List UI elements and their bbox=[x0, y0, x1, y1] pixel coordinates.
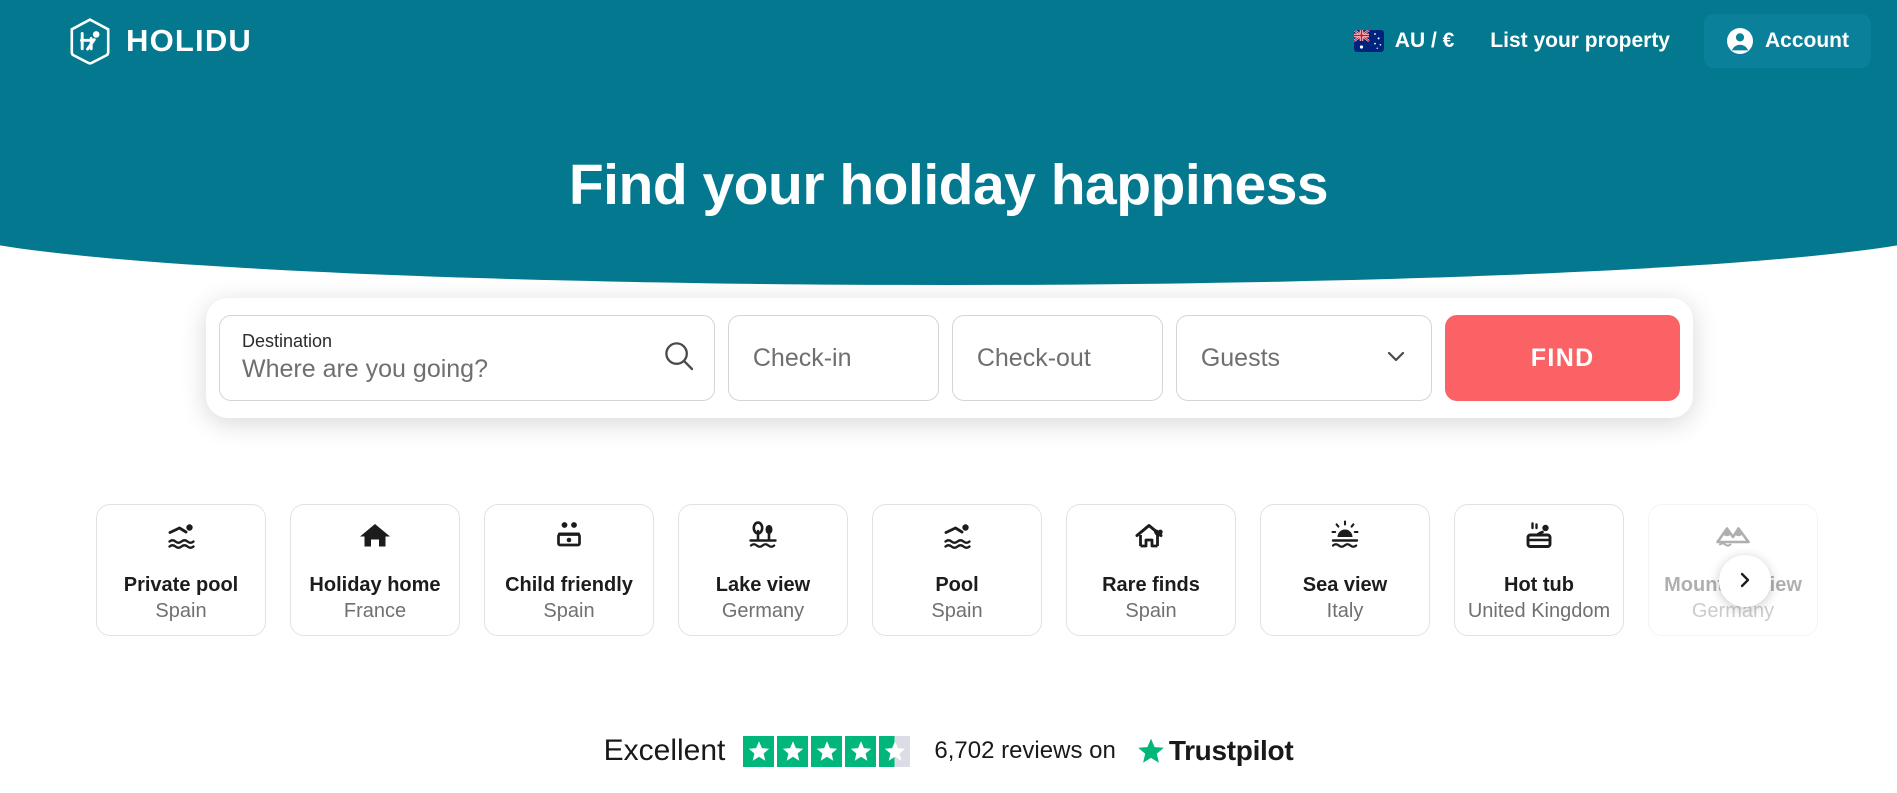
trustpilot-star-5-half bbox=[879, 735, 911, 767]
holidu-house-logo-icon bbox=[68, 17, 112, 65]
category-card-private-pool[interactable]: Private pool Spain bbox=[96, 504, 266, 636]
category-title: Child friendly bbox=[505, 574, 633, 596]
trustpilot-star-2 bbox=[777, 735, 809, 767]
category-card-sea-view[interactable]: Sea view Italy bbox=[1260, 504, 1430, 636]
brand-logo[interactable]: HOLIDU bbox=[68, 17, 252, 65]
checkout-field[interactable]: Check-out bbox=[951, 315, 1163, 401]
swimmer-icon bbox=[162, 516, 200, 573]
account-label: Account bbox=[1765, 29, 1849, 52]
locale-currency-selector[interactable]: AU / € bbox=[1340, 17, 1469, 65]
checkout-placeholder: Check-out bbox=[976, 343, 1091, 372]
destination-input[interactable]: Where are you going? bbox=[242, 355, 662, 384]
category-country: France bbox=[343, 600, 407, 622]
trustpilot-logo-star-icon bbox=[1136, 736, 1166, 766]
category-title: Lake view bbox=[715, 574, 811, 596]
category-country: United Kingdom bbox=[1467, 600, 1611, 622]
locale-label: AU / € bbox=[1394, 29, 1455, 52]
category-country: Spain bbox=[1125, 600, 1177, 622]
category-title: Holiday home bbox=[309, 574, 441, 596]
nav-right-group: AU / € List your property Account bbox=[1340, 14, 1871, 68]
find-button[interactable]: FIND bbox=[1445, 315, 1681, 401]
swimmer-icon bbox=[938, 516, 976, 573]
australia-flag-icon bbox=[1353, 30, 1384, 52]
category-card-hot-tub[interactable]: Hot tub United Kingdom bbox=[1454, 504, 1624, 636]
brand-name: HOLIDU bbox=[126, 23, 253, 58]
trustpilot-logo[interactable]: Trustpilot bbox=[1136, 735, 1294, 767]
category-card-child-friendly[interactable]: Child friendly Spain bbox=[484, 504, 654, 636]
category-country: Spain bbox=[931, 600, 983, 622]
top-navigation-bar: HOLIDU AU / € List your property Account bbox=[0, 0, 1897, 82]
destination-field[interactable]: Destination Where are you going? bbox=[219, 315, 715, 401]
destination-texts: Destination Where are you going? bbox=[242, 331, 662, 384]
search-bar: Destination Where are you going? Check-i… bbox=[206, 298, 1693, 418]
category-title: Rare finds bbox=[1102, 574, 1200, 596]
category-country: Italy bbox=[1326, 600, 1364, 622]
lake-trees-icon bbox=[744, 516, 782, 573]
trustpilot-rating-word: Excellent bbox=[603, 734, 726, 767]
hot-tub-icon bbox=[1520, 516, 1558, 573]
trustpilot-stars bbox=[743, 735, 911, 767]
category-carousel: Private pool Spain Holiday home France C… bbox=[0, 504, 1897, 646]
category-cards-row: Private pool Spain Holiday home France C… bbox=[96, 504, 1818, 636]
destination-label: Destination bbox=[242, 331, 333, 352]
checkin-field[interactable]: Check-in bbox=[727, 315, 939, 401]
chevron-right-icon bbox=[1735, 570, 1755, 593]
category-card-rare-finds[interactable]: Rare finds Spain bbox=[1066, 504, 1236, 636]
house-heart-icon bbox=[1132, 516, 1170, 573]
category-country: Germany bbox=[721, 600, 805, 622]
guests-placeholder: Guests bbox=[1200, 343, 1281, 372]
category-card-pool[interactable]: Pool Spain bbox=[872, 504, 1042, 636]
house-icon bbox=[356, 516, 394, 573]
category-card-lake-view[interactable]: Lake view Germany bbox=[678, 504, 848, 636]
family-icon bbox=[550, 516, 588, 573]
account-button[interactable]: Account bbox=[1704, 14, 1871, 68]
carousel-next-button[interactable] bbox=[1719, 555, 1771, 607]
trustpilot-star-1 bbox=[743, 735, 775, 767]
category-title: Pool bbox=[935, 574, 979, 596]
chevron-down-icon bbox=[1383, 343, 1409, 374]
trustpilot-brand-name: Trustpilot bbox=[1168, 735, 1294, 766]
search-icon[interactable] bbox=[662, 339, 696, 378]
trustpilot-star-3 bbox=[811, 735, 843, 767]
category-title: Sea view bbox=[1302, 574, 1388, 596]
category-country: Spain bbox=[543, 600, 595, 622]
guests-field[interactable]: Guests bbox=[1175, 315, 1433, 401]
category-title: Private pool bbox=[123, 574, 239, 596]
trustpilot-rating[interactable]: Excellent 6,702 reviews on Trustpilot bbox=[0, 734, 1897, 768]
trustpilot-star-4 bbox=[845, 735, 877, 767]
list-your-property-link[interactable]: List your property bbox=[1468, 17, 1692, 65]
sunset-sea-icon bbox=[1326, 516, 1364, 573]
category-card-holiday-home[interactable]: Holiday home France bbox=[290, 504, 460, 636]
user-account-icon bbox=[1726, 27, 1754, 55]
hero-title: Find your holiday happiness bbox=[568, 153, 1329, 217]
trustpilot-reviews-count: 6,702 reviews on bbox=[934, 737, 1116, 764]
category-country: Spain bbox=[155, 600, 207, 622]
checkin-placeholder: Check-in bbox=[752, 343, 852, 372]
category-title: Hot tub bbox=[1504, 574, 1574, 596]
